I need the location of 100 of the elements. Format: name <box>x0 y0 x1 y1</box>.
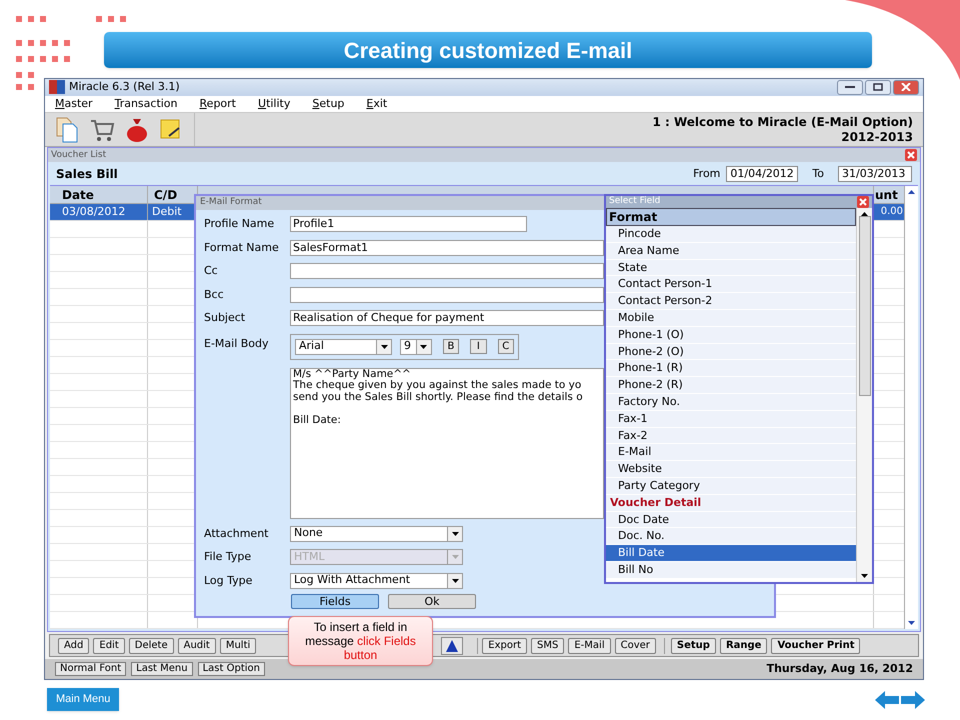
field-label: Attachment <box>204 526 270 542</box>
list-item[interactable]: Doc. No. <box>606 528 856 546</box>
input-field[interactable]: Realisation of Cheque for payment <box>290 310 604 326</box>
close-icon[interactable] <box>857 196 869 208</box>
action-button[interactable]: Audit <box>178 638 216 654</box>
size-select[interactable]: 9 <box>400 338 432 354</box>
input-field[interactable] <box>290 286 604 302</box>
font-select[interactable]: Arial <box>295 338 392 354</box>
message-line: Bill Date: <box>293 415 342 427</box>
list-item[interactable]: Fax-2 <box>606 428 856 444</box>
action-button[interactable]: SMS <box>531 638 564 654</box>
list-item[interactable]: Website <box>606 461 856 478</box>
action-button[interactable]: Export <box>482 638 528 654</box>
group-heading: Voucher Detail <box>606 494 856 512</box>
table-cell: 03/08/2012 <box>50 204 148 220</box>
list-item[interactable]: Phone-1 (O) <box>606 326 856 344</box>
scrollbar-thumb[interactable] <box>858 216 870 396</box>
action-button[interactable]: Add <box>58 638 90 654</box>
scrollbar[interactable] <box>904 186 918 630</box>
list-heading: Sales Bill <box>56 166 118 183</box>
field-label: Subject <box>204 310 246 326</box>
financial-year: 2012-2013 <box>841 130 913 145</box>
dialog-title: E-Mail Format <box>200 196 262 210</box>
style-button[interactable]: C <box>498 339 514 354</box>
dialog-button[interactable]: Ok <box>388 594 476 609</box>
close-icon[interactable] <box>905 149 917 162</box>
field-label: Bcc <box>204 286 225 302</box>
close-button[interactable] <box>893 80 919 95</box>
forward-arrow-icon[interactable] <box>901 690 925 708</box>
to-date-field[interactable]: 31/03/2013 <box>838 166 912 182</box>
column-header[interactable]: Date <box>50 186 148 204</box>
list-item[interactable]: Contact Person-1 <box>606 276 856 294</box>
dropdown-field[interactable]: Log With Attachment <box>290 572 463 588</box>
message-line: send you the Sales Bill shortly. Please find the details o <box>293 392 584 404</box>
message-line: The cheque given by you against the sales made to yo <box>293 380 582 392</box>
field-label: Log Type <box>204 572 254 588</box>
list-item[interactable]: Phone-1 (R) <box>606 360 856 378</box>
maximize-icon <box>873 83 883 92</box>
action-button[interactable]: Multi <box>220 638 256 654</box>
list-item[interactable]: Bill Date <box>606 545 856 562</box>
field-label: Format Name <box>204 240 280 256</box>
list-item[interactable]: Phone-2 (R) <box>606 377 856 394</box>
input-field[interactable] <box>290 263 604 279</box>
list-item[interactable]: Pincode <box>606 226 856 243</box>
list-item[interactable]: E-Mail <box>606 444 856 462</box>
list-item[interactable]: Bill No <box>606 562 856 579</box>
up-arrow-icon <box>446 640 458 652</box>
action-button[interactable]: E-Mail <box>568 638 611 654</box>
action-button[interactable]: Setup <box>670 638 716 654</box>
maximize-button[interactable] <box>865 80 891 95</box>
popup-title: Select Field <box>609 195 660 208</box>
list-item[interactable]: Phone-2 (O) <box>606 344 856 360</box>
menu-item[interactable]: Setup <box>312 96 344 112</box>
document-icon[interactable] <box>55 116 79 144</box>
menu-item[interactable]: Exit <box>366 96 388 112</box>
minimize-button[interactable] <box>837 80 863 95</box>
menu-item[interactable]: Utility <box>258 96 290 112</box>
status-button[interactable]: Last Option <box>198 662 265 676</box>
input-field[interactable]: SalesFormat1 <box>290 240 604 256</box>
scroll-down-icon[interactable] <box>908 621 915 626</box>
action-button[interactable]: Voucher Print <box>771 638 860 654</box>
message-body-field[interactable]: M/s ^^Party Name^^ The cheque given by you against the sales made to yo send you the Sales Bill shortly. Please find the details o Bill Date: <box>290 368 604 518</box>
list-item[interactable]: Party Category <box>606 478 856 495</box>
menu-item[interactable]: Transaction <box>114 96 178 112</box>
dialog-button[interactable]: Fields <box>291 594 379 609</box>
from-label: From <box>693 166 720 182</box>
list-item[interactable]: Fax-1 <box>606 410 856 428</box>
list-item[interactable]: Factory No. <box>606 394 856 411</box>
list-item[interactable]: Contact Person-2 <box>606 293 856 310</box>
action-button[interactable]: Range <box>720 638 768 654</box>
back-arrow-icon[interactable] <box>875 690 899 708</box>
style-button[interactable]: I <box>470 339 487 354</box>
list-item[interactable]: Doc Date <box>606 512 856 528</box>
window-title: Miracle 6.3 (Rel 3.1) <box>69 79 180 96</box>
action-button[interactable]: Edit <box>93 638 125 654</box>
up-arrow-button[interactable] <box>441 636 464 655</box>
money-bag-icon[interactable] <box>125 116 149 143</box>
scroll-down-icon[interactable] <box>861 574 868 578</box>
scrollbar[interactable] <box>856 208 872 582</box>
action-button[interactable]: Delete <box>128 638 174 654</box>
list-item[interactable]: State <box>606 260 856 276</box>
list-item[interactable]: Area Name <box>606 242 856 260</box>
menu-item[interactable]: Master <box>55 96 93 112</box>
scroll-up-icon[interactable] <box>908 190 915 194</box>
menu-item[interactable]: Report <box>200 96 236 112</box>
status-button[interactable]: Last Menu <box>131 662 193 676</box>
column-header[interactable]: unt <box>874 186 904 204</box>
welcome-text: 1 : Welcome to Miracle (E-Mail Option) <box>652 114 913 130</box>
style-button[interactable]: B <box>442 339 460 354</box>
panel-title: Voucher List <box>51 148 106 162</box>
field-label: Profile Name <box>204 216 276 232</box>
dropdown-field[interactable]: None <box>290 526 463 542</box>
main-menu-button[interactable]: Main Menu <box>47 688 120 711</box>
action-button[interactable]: Cover <box>614 638 656 654</box>
from-date-field[interactable]: 01/04/2012 <box>726 166 798 182</box>
list-header: Format <box>606 208 856 226</box>
status-button[interactable]: Normal Font <box>55 662 126 676</box>
close-icon <box>901 83 911 92</box>
input-field[interactable]: Profile1 <box>290 216 527 232</box>
list-item[interactable]: Mobile <box>606 310 856 327</box>
